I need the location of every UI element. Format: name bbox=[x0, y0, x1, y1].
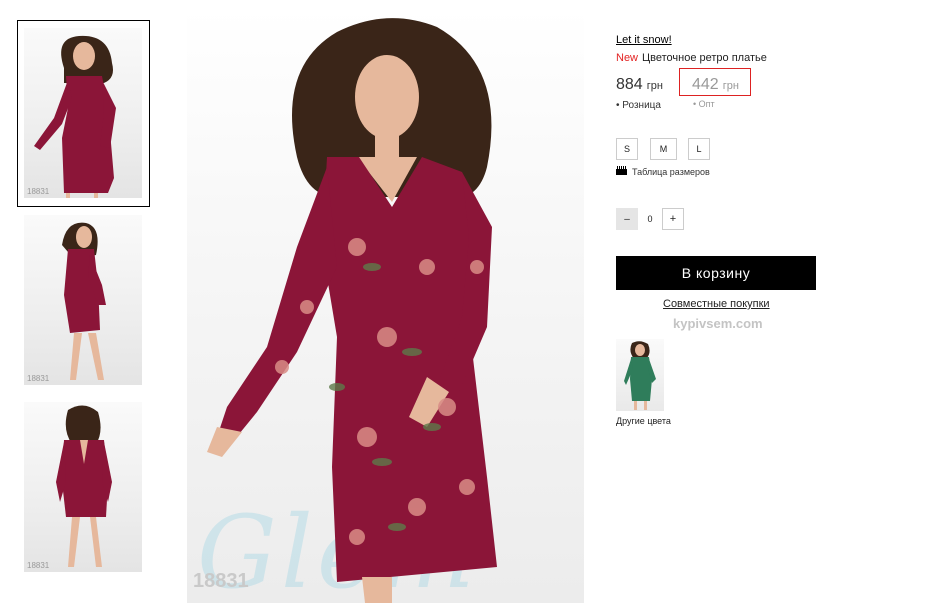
label-retail-text: Розница bbox=[622, 100, 661, 111]
thumbnail-code: 18831 bbox=[27, 561, 50, 570]
model-front-image bbox=[34, 35, 116, 198]
other-colors-label: Другие цвета bbox=[616, 416, 671, 426]
thumbnail-code: 18831 bbox=[27, 187, 50, 196]
thumbnail-back[interactable]: 18831 bbox=[24, 402, 142, 572]
joint-purchase-link[interactable]: Совместные покупки bbox=[663, 298, 770, 310]
thumbnail-code: 18831 bbox=[27, 374, 50, 383]
size-s-button[interactable]: S bbox=[616, 138, 638, 160]
quantity-value[interactable]: 0 bbox=[642, 208, 658, 230]
new-badge: New bbox=[616, 52, 639, 64]
label-retail: • Розница bbox=[616, 100, 661, 111]
brand-link[interactable]: Let it snow! bbox=[616, 34, 672, 46]
label-wholesale: • Опт bbox=[693, 99, 715, 109]
thumbnail-front[interactable]: 18831 bbox=[24, 28, 142, 198]
model-back-image bbox=[56, 405, 112, 567]
product-title: New Цветочное ретро платье bbox=[616, 52, 767, 64]
price-retail-value: 884 bbox=[616, 76, 643, 93]
price-wholesale: 442 грн bbox=[692, 76, 739, 94]
price-retail-currency: грн bbox=[646, 80, 663, 92]
model-main-image bbox=[207, 18, 497, 603]
size-m-button[interactable]: M bbox=[650, 138, 677, 160]
add-to-cart-button[interactable]: В корзину bbox=[616, 256, 816, 290]
main-product-image[interactable]: Glem 18831 bbox=[187, 7, 584, 603]
size-l-button[interactable]: L bbox=[688, 138, 710, 160]
model-green-image bbox=[624, 341, 656, 410]
thumbnail-side[interactable]: 18831 bbox=[24, 215, 142, 385]
product-name: Цветочное ретро платье bbox=[642, 52, 767, 64]
product-code: 18831 bbox=[193, 570, 249, 592]
price-wholesale-currency: грн bbox=[722, 80, 739, 92]
quantity-decrease-button[interactable]: – bbox=[616, 208, 638, 230]
price-retail: 884 грн bbox=[616, 76, 663, 94]
other-color-thumbnail[interactable] bbox=[616, 339, 664, 411]
model-side-image bbox=[62, 222, 106, 380]
size-table-link[interactable]: Таблица размеров bbox=[616, 166, 710, 177]
quantity-increase-button[interactable]: + bbox=[662, 208, 684, 230]
price-wholesale-value: 442 bbox=[692, 76, 719, 93]
label-wholesale-text: Опт bbox=[698, 99, 715, 109]
size-table-label: Таблица размеров bbox=[632, 167, 710, 177]
ruler-icon bbox=[616, 166, 627, 175]
site-watermark: kypivsem.com bbox=[673, 316, 763, 331]
